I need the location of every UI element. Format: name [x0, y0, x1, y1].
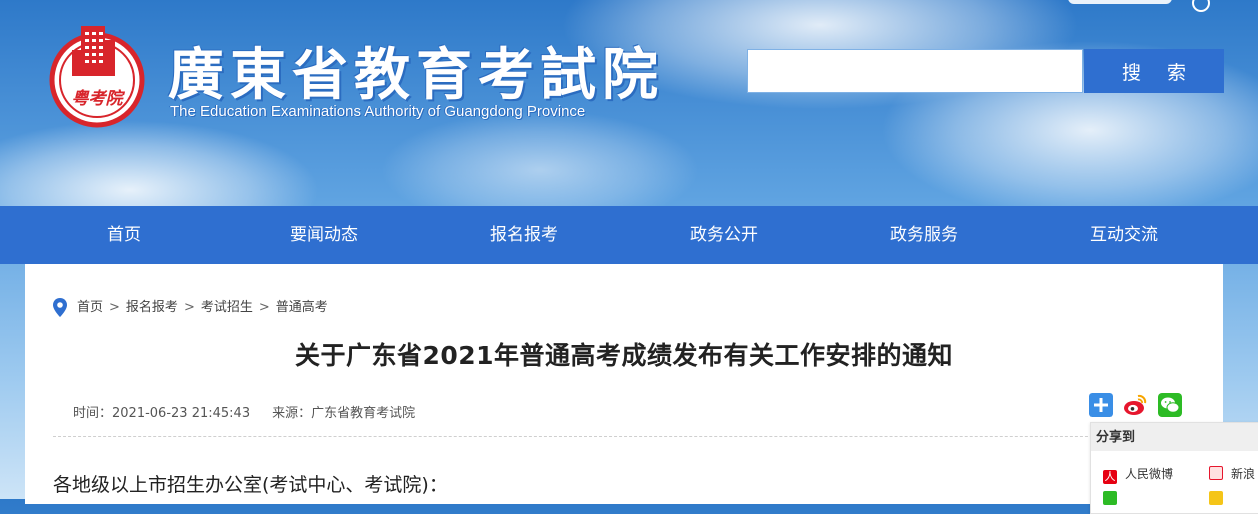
breadcrumb-separator: > [109, 300, 120, 315]
source-value: 广东省教育考试院 [311, 406, 416, 421]
breadcrumb-item-registration[interactable]: 报名报考 [126, 300, 178, 315]
nav-item-home[interactable]: 首页 [24, 206, 224, 264]
breadcrumb-item-gaokao[interactable]: 普通高考 [276, 300, 328, 315]
search-button[interactable]: 搜 索 [1084, 49, 1224, 93]
article-greeting: 各地级以上市招生办公室(考试中心、考试院)： [53, 474, 448, 496]
share-option-label: 新浪 [1231, 467, 1256, 481]
article-title: 关于广东省2021年普通高考成绩发布有关工作安排的通知 [294, 341, 954, 370]
nav-item-government-affairs[interactable]: 政务公开 [624, 206, 824, 264]
main-nav: 首页 要闻动态 报名报考 政务公开 政务服务 互动交流 [0, 206, 1258, 264]
breadcrumb-item-admissions[interactable]: 考试招生 [201, 300, 253, 315]
nav-item-registration[interactable]: 报名报考 [424, 206, 624, 264]
share-option-people-weibo[interactable]: 人人民微博 [1103, 465, 1173, 484]
people-weibo-icon: 人 [1103, 470, 1117, 484]
publish-time: 2021-06-23 21:45:43 [112, 406, 251, 421]
nav-item-interaction[interactable]: 互动交流 [1024, 206, 1224, 264]
nav-item-government-services[interactable]: 政务服务 [824, 206, 1024, 264]
location-pin-icon [53, 298, 67, 317]
wechat-icon[interactable] [1158, 393, 1182, 417]
site-subtitle: The Education Examinations Authority of … [170, 103, 586, 120]
wechat-small-icon [1103, 491, 1117, 505]
search-input[interactable] [747, 49, 1083, 93]
article-meta: 时间：2021-06-23 21:45:43 来源：广东省教育考试院 [73, 402, 415, 421]
seal-text: 粤考院 [72, 89, 126, 109]
source-label: 来源： [272, 406, 312, 421]
weibo-icon[interactable] [1123, 393, 1147, 417]
breadcrumb-separator: > [183, 300, 195, 315]
share-option-sina[interactable]: 新浪 [1209, 465, 1255, 482]
breadcrumb-separator: > [258, 300, 270, 315]
article-panel: 首页 > 报名报考 > 考试招生 > 普通高考 关于广东省2021年普通高考成绩发布有关工作… [25, 264, 1223, 504]
share-panel-title: 分享到 [1091, 423, 1258, 451]
header-banner: 粤考院 廣東省教育考試院 The Education Examinations … [0, 0, 1258, 206]
breadcrumb: 首页 > 报名报考 > 考试招生 > 普通高考 [53, 296, 328, 317]
meta-divider [53, 436, 1123, 437]
top-utility-bar[interactable] [1068, 0, 1172, 4]
share-option-label: 人民微博 [1125, 467, 1174, 481]
qzone-icon [1209, 491, 1223, 505]
nav-item-news[interactable]: 要闻动态 [224, 206, 424, 264]
sina-weibo-icon [1209, 466, 1223, 480]
logo-seal-icon[interactable]: 粤考院 [48, 22, 146, 132]
cloud-decoration [380, 110, 700, 206]
breadcrumb-item-home[interactable]: 首页 [77, 300, 103, 315]
site-title: 廣東省教育考試院 [168, 42, 664, 108]
top-utility-icon[interactable] [1192, 0, 1210, 12]
cloud-decoration [0, 120, 320, 206]
share-panel: 分享到 人人民微博 新浪 [1090, 422, 1258, 514]
time-label: 时间： [73, 406, 113, 421]
plus-share-icon[interactable] [1089, 393, 1113, 417]
